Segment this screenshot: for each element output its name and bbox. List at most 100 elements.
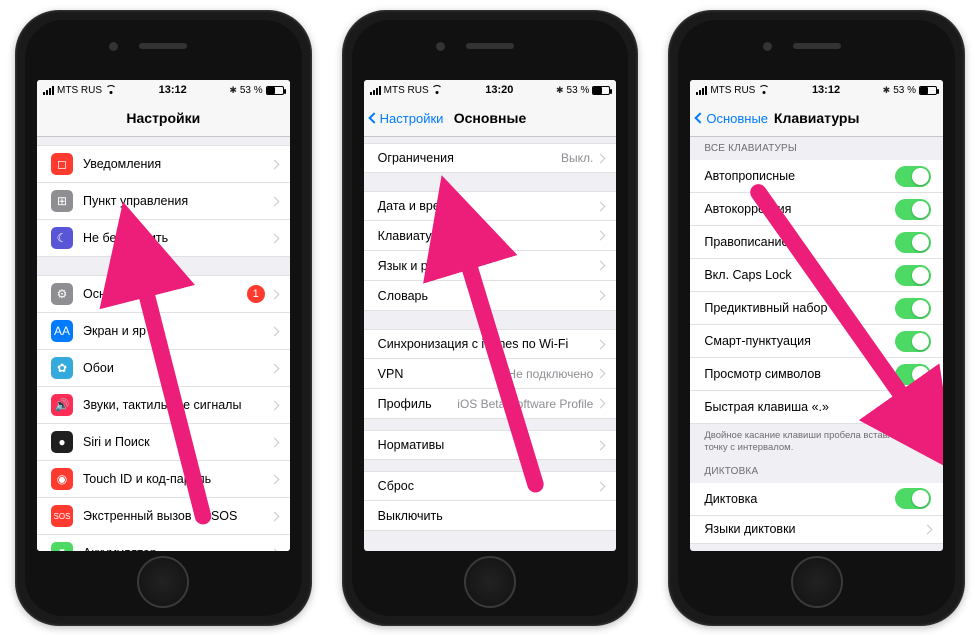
kbd-row-preview-chars[interactable]: Просмотр символов bbox=[690, 358, 943, 391]
settings-row-sos[interactable]: SOS Экстренный вызов — SOS bbox=[37, 498, 290, 535]
chevron-right-icon bbox=[269, 437, 279, 447]
general-row-keyboard[interactable]: Клавиатура bbox=[364, 221, 617, 251]
general-row-itunes-wifi[interactable]: Синхронизация с iTunes по Wi-Fi bbox=[364, 329, 617, 359]
screen-2: MTS RUS 13:20 ✱ 53 % Настройки Основные … bbox=[364, 80, 617, 551]
general-row-profile[interactable]: ПрофильiOS Beta Software Profile bbox=[364, 389, 617, 419]
general-row-regulatory[interactable]: Нормативы bbox=[364, 430, 617, 460]
back-button[interactable]: Основные bbox=[696, 100, 768, 136]
general-row-language[interactable]: Язык и реги bbox=[364, 251, 617, 281]
general-row-restrictions[interactable]: ОграниченияВыкл. bbox=[364, 143, 617, 173]
row-label: Синхронизация с iTunes по Wi-Fi bbox=[378, 337, 598, 351]
camera bbox=[109, 42, 118, 51]
speaker bbox=[139, 43, 187, 49]
general-row-shutdown[interactable]: Выключить bbox=[364, 501, 617, 531]
toggle[interactable] bbox=[895, 232, 931, 253]
status-time: 13:12 bbox=[159, 84, 187, 96]
battery-icon bbox=[266, 86, 284, 95]
chevron-right-icon bbox=[269, 233, 279, 243]
section-footer: Двойное касание клавиши пробела вставляе… bbox=[690, 424, 943, 455]
chevron-right-icon bbox=[269, 289, 279, 299]
battery-text: 53 % bbox=[893, 85, 916, 96]
row-label: Предиктивный набор bbox=[704, 301, 895, 315]
dnd-icon: ☾ bbox=[51, 227, 73, 249]
chevron-right-icon bbox=[596, 201, 606, 211]
settings-row-siri[interactable]: ●Siri и Поиск bbox=[37, 424, 290, 461]
chevron-right-icon bbox=[269, 196, 279, 206]
settings-row-sounds[interactable]: 🔊Звуки, тактильные сигналы bbox=[37, 387, 290, 424]
general-list[interactable]: ОграниченияВыкл. Дата и времяКлавиатураЯз… bbox=[364, 125, 617, 551]
chevron-left-icon bbox=[695, 112, 706, 123]
chevron-right-icon bbox=[596, 481, 606, 491]
row-label: Вкл. Caps Lock bbox=[704, 268, 895, 282]
toggle[interactable] bbox=[895, 364, 931, 385]
chevron-right-icon bbox=[596, 369, 606, 379]
toggle[interactable] bbox=[895, 199, 931, 220]
row-label: Уведомления bbox=[83, 157, 271, 171]
row-label: Смарт-пунктуация bbox=[704, 334, 895, 348]
phone-2: MTS RUS 13:20 ✱ 53 % Настройки Основные … bbox=[342, 10, 639, 626]
navbar: Основные Клавиатуры bbox=[690, 100, 943, 137]
kbd-row-dictation-langs[interactable]: Языки диктовки bbox=[690, 516, 943, 544]
carrier: MTS RUS bbox=[710, 85, 755, 96]
back-label: Настройки bbox=[380, 111, 444, 126]
kbd-row-shortcut[interactable]: Быстрая клавиша «.» bbox=[690, 391, 943, 424]
settings-row-wallpaper[interactable]: ✿Обои bbox=[37, 350, 290, 387]
home-button[interactable] bbox=[791, 556, 843, 608]
kbd-row-predictive[interactable]: Предиктивный набор bbox=[690, 292, 943, 325]
screen-1: MTS RUS 13:12 ✱ 53 % Настройки ◻︎Уведомл… bbox=[37, 80, 290, 551]
chevron-right-icon bbox=[269, 363, 279, 373]
section-header: ДИКТОВКА bbox=[690, 466, 943, 483]
status-bar: MTS RUS 13:12 ✱ 53 % bbox=[37, 80, 290, 100]
toggle[interactable] bbox=[895, 298, 931, 319]
row-label: Экстренный вызов — SOS bbox=[83, 509, 271, 523]
settings-list[interactable]: ◻︎Уведомления ⊞ Пункт управления ☾Не беспок… bbox=[37, 127, 290, 551]
wifi-icon bbox=[105, 86, 116, 94]
row-label: VPN bbox=[378, 367, 508, 381]
general-row-vpn[interactable]: VPNНе подключено bbox=[364, 359, 617, 389]
kbd-row-auto-caps[interactable]: Автопрописные bbox=[690, 160, 943, 193]
row-label: Автопрописные bbox=[704, 169, 895, 183]
kbd-row-spell-check[interactable]: Правописание bbox=[690, 226, 943, 259]
keyboards-list[interactable]: ВСЕ КЛАВИАТУРЫ Автопрописные Автокоррекция… bbox=[690, 137, 943, 551]
settings-row-general[interactable]: ⚙Основные1 bbox=[37, 275, 290, 313]
home-button[interactable] bbox=[137, 556, 189, 608]
settings-row-battery[interactable]: ▮Аккумулятор bbox=[37, 535, 290, 551]
kbd-row-caps-lock[interactable]: Вкл. Caps Lock bbox=[690, 259, 943, 292]
settings-row-display[interactable]: AAЭкран и яр bbox=[37, 313, 290, 350]
touchid-icon: ◉ bbox=[51, 468, 73, 490]
badge: 1 bbox=[247, 285, 265, 303]
home-button[interactable] bbox=[464, 556, 516, 608]
toggle[interactable] bbox=[895, 331, 931, 352]
chevron-right-icon bbox=[269, 326, 279, 336]
settings-row-control-center[interactable]: ⊞ Пункт управления bbox=[37, 183, 290, 220]
row-label: Ограничения bbox=[378, 151, 561, 165]
row-label: Siri и Поиск bbox=[83, 435, 271, 449]
kbd-row-auto-correct[interactable]: Автокоррекция bbox=[690, 193, 943, 226]
general-row-reset[interactable]: Сброс bbox=[364, 471, 617, 501]
chevron-left-icon bbox=[368, 112, 379, 123]
row-label: Просмотр символов bbox=[704, 367, 895, 381]
bluetooth-icon: ✱ bbox=[883, 85, 891, 96]
general-row-dictionary[interactable]: Словарь bbox=[364, 281, 617, 311]
status-time: 13:20 bbox=[485, 84, 513, 96]
settings-row-touchid[interactable]: ◉Touch ID и код-пароль bbox=[37, 461, 290, 498]
toggle[interactable] bbox=[895, 265, 931, 286]
general-icon: ⚙ bbox=[51, 283, 73, 305]
section-header: ВСЕ КЛАВИАТУРЫ bbox=[690, 143, 943, 160]
kbd-row-smart-punct[interactable]: Смарт-пунктуация bbox=[690, 325, 943, 358]
toggle[interactable] bbox=[895, 397, 931, 418]
toggle[interactable] bbox=[895, 488, 931, 509]
toggle[interactable] bbox=[895, 166, 931, 187]
control-center-icon: ⊞ bbox=[51, 190, 73, 212]
settings-row-dnd[interactable]: ☾Не беспокоить bbox=[37, 220, 290, 257]
settings-row-notifications[interactable]: ◻︎Уведомления bbox=[37, 145, 290, 183]
sos-icon: SOS bbox=[51, 505, 73, 527]
privacy-link[interactable]: О Диктовке и конфиденциальности… bbox=[690, 544, 943, 551]
chevron-right-icon bbox=[596, 261, 606, 271]
row-label: Пункт управления bbox=[83, 194, 271, 208]
phone-3: MTS RUS 13:12 ✱ 53 % Основные Клавиатуры… bbox=[668, 10, 965, 626]
kbd-row-dictation[interactable]: Диктовка bbox=[690, 483, 943, 516]
back-button[interactable]: Настройки bbox=[370, 100, 444, 136]
general-row-date-time[interactable]: Дата и время bbox=[364, 191, 617, 221]
chevron-right-icon bbox=[596, 291, 606, 301]
